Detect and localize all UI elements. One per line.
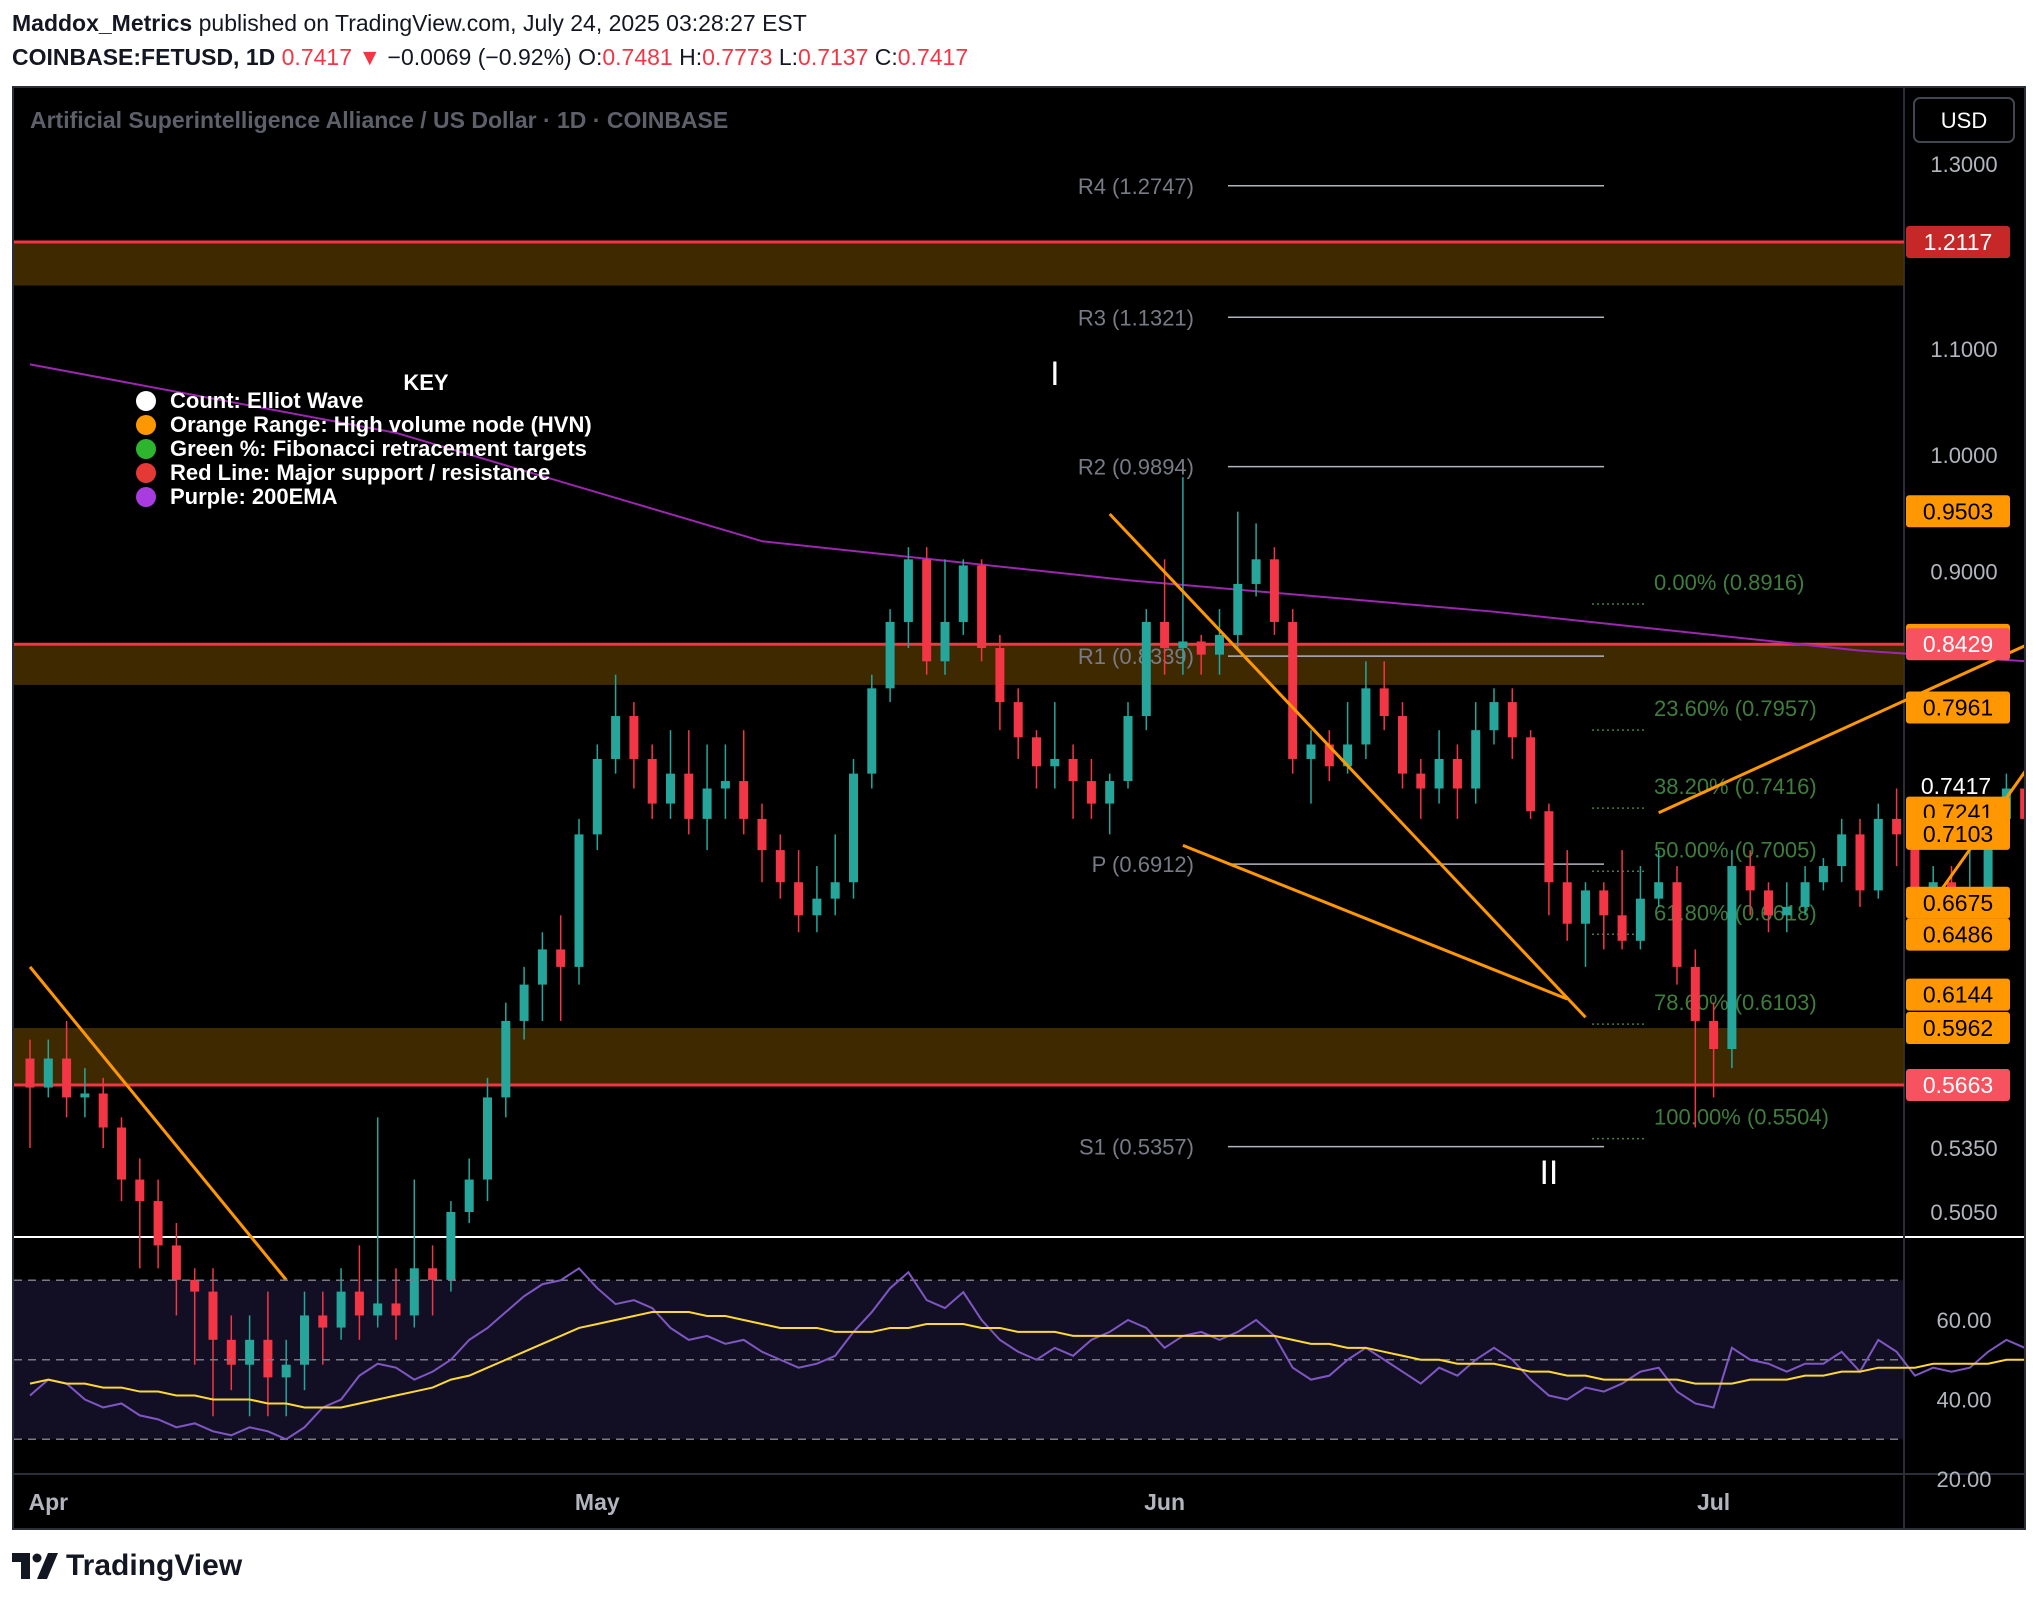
price-tag-label: 0.6675 [1923,890,1993,916]
x-tick-label: Apr [28,1489,68,1515]
tradingview-logo-icon [12,1553,58,1579]
key-dot-icon [136,439,156,459]
key-item: Red Line: Major support / resistance [170,460,550,485]
down-arrow-icon: ▼ [358,44,382,70]
fib-label: 50.00% (0.7005) [1654,837,1817,862]
pivot-label: R1 (0.8339) [1078,644,1194,669]
hvn-zone [14,644,1904,685]
hvn-zone [14,241,1904,286]
chart-header: Maddox_Metrics published on TradingView.… [12,6,2022,74]
price-tag-label: 0.8429 [1923,631,1993,657]
key-item: Green %: Fibonacci retracement targets [170,436,587,461]
price-chart[interactable]: R4 (1.2747) R3 (1.1321) R2 (0.9894) R1 (0.8… [14,88,2024,1528]
pivot-label: S1 (0.5357) [1079,1135,1194,1160]
y-tick-label: 1.0000 [1930,443,1997,468]
price-tag-label: 0.6144 [1923,982,1994,1008]
key-item: Purple: 200EMA [170,484,338,509]
low-value: 0.7137 [798,44,869,70]
candle [867,674,877,789]
key-dot-icon [136,415,156,435]
key-item: Count: Elliot Wave [170,388,364,413]
last-price-label: 0.7417 [1921,773,1991,799]
price-tag-label: 0.5663 [1923,1072,1993,1098]
candle [1141,609,1151,731]
last-price: 0.7417 [281,44,352,70]
wave-label: I [1050,355,1059,393]
publish-line: Maddox_Metrics published on TradingView.… [12,6,2022,40]
high-label: H: [679,44,703,70]
price-tag-label: 0.7103 [1923,821,1993,847]
hvn-zone [14,1027,1904,1086]
candle [1269,547,1279,635]
price-tag-label: 1.2117 [1924,229,1993,255]
rsi-tick-label: 60.00 [1936,1308,1991,1333]
published-text: published on TradingView.com, July 24, 2… [198,10,807,36]
fib-label: 23.60% (0.7957) [1654,696,1817,721]
price-tag-label: 0.5962 [1923,1015,1993,1041]
open-value: 0.7481 [602,44,673,70]
y-tick-label: 1.3000 [1930,152,1997,177]
candle [2020,773,2024,851]
candle [1672,866,1682,985]
currency-button-label: USD [1941,108,1987,133]
candle [446,1201,456,1292]
rsi-tick-label: 40.00 [1936,1388,1991,1413]
low-label: L: [778,44,799,70]
tradingview-brand[interactable]: TradingView [66,1549,242,1583]
close-value: 0.7417 [897,44,969,70]
candle [592,744,602,851]
candle [977,559,987,662]
fib-label: 100.00% (0.5504) [1654,1105,1829,1130]
key-dot-icon [136,463,156,483]
price-tag-label: 0.6486 [1923,922,1993,948]
candle [885,609,895,703]
x-tick-label: Jun [1144,1489,1185,1515]
pivot-label: R3 (1.1321) [1078,305,1194,330]
candle [922,547,932,675]
x-tick-label: May [575,1489,620,1515]
candle [1727,850,1737,1069]
pivot-label: P (0.6912) [1092,852,1194,877]
chart-title: Artificial Superintelligence Alliance / … [30,107,728,133]
price-tag-label: 0.7961 [1923,695,1993,721]
wave-label: II [1539,1154,1558,1192]
open-label: O: [578,44,603,70]
footer: TradingView [12,1546,242,1586]
symbol-name: COINBASE:FETUSD, 1D [12,44,276,70]
x-tick-label: Jul [1697,1489,1730,1515]
pivot-label: R2 (0.9894) [1078,455,1194,480]
fib-label: 0.00% (0.8916) [1654,570,1804,595]
key-title: KEY [403,370,449,395]
candle [849,758,858,899]
candle [1526,730,1536,819]
pivot-label: R4 (1.2747) [1078,174,1194,199]
candle [1288,609,1298,774]
key-item: Orange Range: High volume node (HVN) [170,412,592,437]
price-tag-label: 0.9503 [1923,498,1993,524]
y-tick-label: 0.5350 [1930,1136,1997,1161]
y-tick-label: 0.9000 [1930,560,1997,585]
author-name[interactable]: Maddox_Metrics [12,10,192,36]
symbol-line: COINBASE:FETUSD, 1D 0.7417 ▼ −0.0069 (−0… [12,40,2022,74]
close-label: C: [874,44,898,70]
high-value: 0.7773 [702,44,773,70]
key-dot-icon [136,487,156,507]
key-dot-icon [136,391,156,411]
price-change: −0.0069 (−0.92%) [387,44,572,70]
rsi-tick-label: 20.00 [1936,1467,1991,1492]
y-tick-label: 1.1000 [1930,337,1997,362]
y-tick-label: 0.5050 [1930,1200,1997,1225]
candle [574,818,584,985]
